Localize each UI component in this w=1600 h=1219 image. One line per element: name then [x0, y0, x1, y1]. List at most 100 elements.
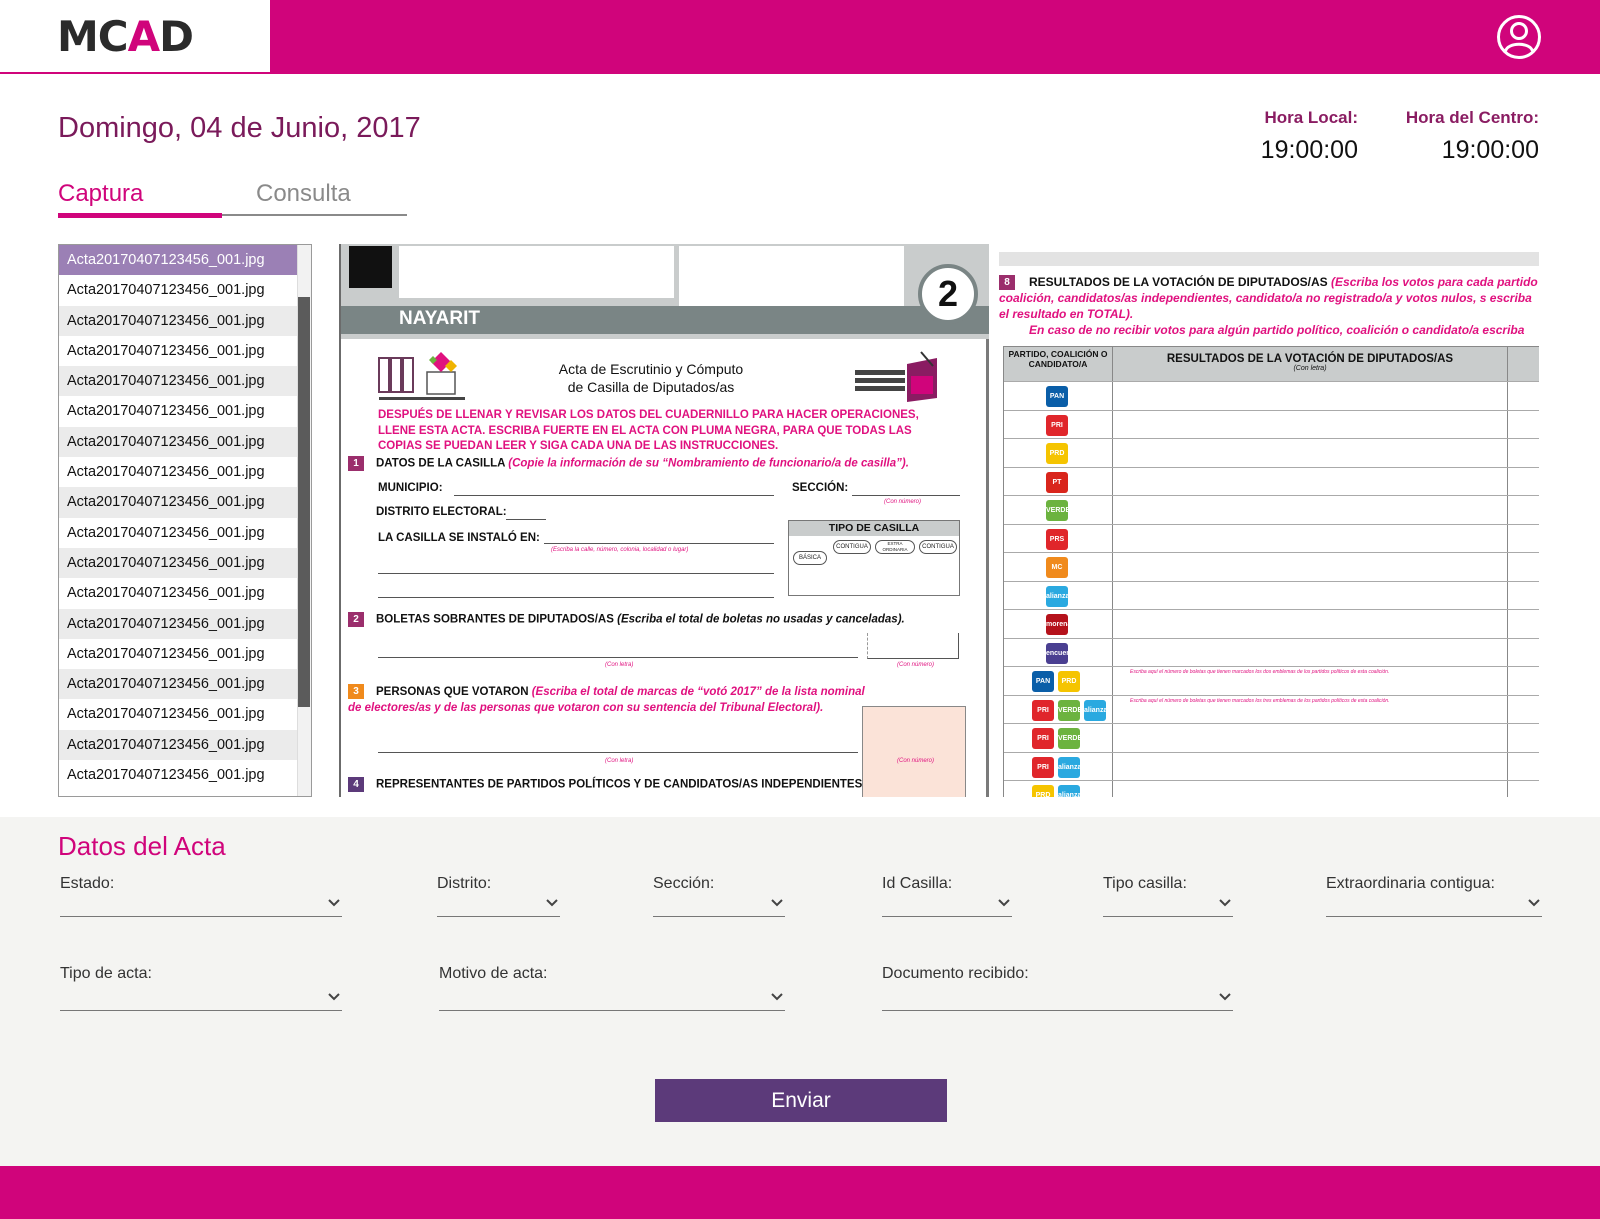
motivo-acta-select[interactable]: Motivo de acta: — [439, 965, 785, 1011]
id-casilla-select[interactable]: Id Casilla: — [882, 875, 1012, 917]
file-list-item[interactable]: Acta20170407123456_001.jpg — [59, 638, 297, 670]
section-8-title: RESULTADOS DE LA VOTACIÓN DE DIPUTADOS/A… — [1029, 275, 1328, 289]
municipio-line — [454, 495, 774, 496]
row-divider — [1112, 581, 1113, 609]
instalo-label: LA CASILLA SE INSTALÓ EN: — [378, 532, 540, 544]
form-title: Datos del Acta — [58, 831, 226, 861]
file-list-item[interactable]: Acta20170407123456_001.jpg — [59, 760, 297, 791]
chevron-down-icon — [771, 899, 783, 907]
tipo-casilla-dropdown[interactable] — [1103, 897, 1233, 917]
row-divider — [1112, 781, 1113, 797]
results-row: PRD — [1004, 438, 1539, 467]
file-list-item[interactable]: Acta20170407123456_001.jpg — [59, 457, 297, 488]
tipo-casilla-box: TIPO DE CASILLA BÁSICA CONTIGUA EXTRA OR… — [788, 520, 960, 596]
id-casilla-dropdown[interactable] — [882, 897, 1012, 917]
file-list-item[interactable]: Acta20170407123456_001.jpg — [59, 608, 297, 639]
file-list-item[interactable]: Acta20170407123456_001.jpg — [59, 729, 297, 761]
file-list-item[interactable]: Acta20170407123456_001.jpg — [59, 699, 297, 730]
results-row: encuentro — [1004, 637, 1539, 666]
file-list[interactable]: Acta20170407123456_001.jpg Acta2017040712… — [58, 244, 312, 797]
extraordinaria-contigua-dropdown[interactable] — [1326, 897, 1542, 917]
tipo-acta-select[interactable]: Tipo de acta: — [60, 965, 342, 1011]
file-list-item[interactable]: Acta20170407123456_001.jpg — [59, 396, 297, 427]
row-divider — [1507, 752, 1508, 780]
tipo-contigua: CONTIGUA — [833, 540, 871, 554]
file-list-scrollbar[interactable] — [297, 245, 311, 796]
section-number-4: 4 — [348, 777, 364, 792]
party-emblem-icon: PRI — [1032, 756, 1054, 778]
extraordinaria-contigua-select[interactable]: Extraordinaria contigua: — [1326, 875, 1542, 917]
acta-section-2: 2 BOLETAS SOBRANTES DE DIPUTADOS/AS (Escr… — [348, 612, 905, 627]
documento-recibido-select[interactable]: Documento recibido: — [882, 965, 1233, 1011]
enviar-button[interactable]: Enviar — [655, 1079, 947, 1122]
extraordinaria-contigua-label: Extraordinaria contigua: — [1326, 875, 1495, 892]
chevron-down-icon — [328, 899, 340, 907]
clock-centro: Hora del Centro: 19:00:00 — [1380, 108, 1539, 165]
party-emblem-icon: MC — [1046, 557, 1068, 578]
file-list-item[interactable]: Acta20170407123456_001.jpg — [59, 547, 297, 579]
estado-dropdown[interactable] — [60, 897, 342, 917]
seccion-select[interactable]: Sección: — [653, 875, 785, 917]
tipo-casilla-label: Tipo casilla: — [1103, 875, 1187, 892]
row-divider — [1507, 667, 1508, 695]
results-row: PAN — [1004, 381, 1539, 410]
acta-section-3: 3 PERSONAS QUE VOTARON (Escriba el total … — [348, 684, 868, 716]
tab-consulta[interactable]: Consulta — [256, 180, 351, 208]
documento-recibido-dropdown[interactable] — [882, 991, 1233, 1011]
current-date: Domingo, 04 de Junio, 2017 — [58, 112, 421, 144]
file-list-scroll-thumb[interactable] — [298, 297, 310, 707]
row-divider — [1112, 382, 1113, 410]
file-list-item[interactable]: Acta20170407123456_001.jpg — [59, 487, 297, 518]
distrito-dropdown[interactable] — [437, 897, 560, 917]
row-divider — [1112, 439, 1113, 467]
distrito-select[interactable]: Distrito: — [437, 875, 560, 917]
row-divider — [1507, 496, 1508, 524]
tipo-acta-label: Tipo de acta: — [60, 965, 152, 982]
party-emblem-icon: PRI — [1046, 414, 1068, 436]
distrito-label: DISTRITO ELECTORAL: — [376, 506, 507, 518]
instalo-note: (Escriba la calle, número, colonia, loca… — [551, 547, 689, 553]
file-list-item[interactable]: Acta20170407123456_001.jpg — [59, 305, 297, 336]
estado-label: Estado: — [60, 875, 115, 892]
row-divider — [1112, 724, 1113, 752]
logo-text-accent: A — [127, 12, 161, 61]
row-divider — [1507, 382, 1508, 410]
results-col-votacion-sub: (Con letra) — [1293, 365, 1327, 372]
file-list-item[interactable]: Acta20170407123456_001.jpg — [59, 275, 297, 306]
seccion-dropdown[interactable] — [653, 897, 785, 917]
user-circle-icon[interactable] — [1496, 14, 1542, 60]
chevron-down-icon — [1219, 899, 1231, 907]
seccion-note: (Con número) — [884, 499, 922, 505]
section-8-note-2: En caso de no recibir votos para algún p… — [1029, 323, 1525, 338]
footer-bar — [0, 1166, 1600, 1219]
tipo-acta-dropdown[interactable] — [60, 991, 342, 1011]
clock-local-value: 19:00:00 — [1260, 136, 1358, 164]
file-list-item[interactable]: Acta20170407123456_001.jpg — [59, 517, 297, 548]
row-divider — [1112, 752, 1113, 780]
results-row: alianza — [1004, 580, 1539, 609]
file-list-item[interactable]: Acta20170407123456_001.jpg — [59, 366, 297, 397]
section-number-2: 2 — [348, 612, 364, 627]
motivo-acta-dropdown[interactable] — [439, 991, 785, 1011]
file-list-item[interactable]: Acta20170407123456_001.jpg — [59, 578, 297, 609]
votaron-digit-area — [862, 706, 966, 797]
document-viewer[interactable]: NAYARIT 2 Acta de Escrutinio y Cómputo d… — [339, 244, 1539, 797]
file-list-item[interactable]: Acta20170407123456_001.jpg — [59, 335, 297, 367]
estado-select[interactable]: Estado: — [60, 875, 342, 917]
tipo-casilla-select[interactable]: Tipo casilla: — [1103, 875, 1233, 917]
acta-section-1: 1 DATOS DE LA CASILLA (Copie la informaci… — [348, 456, 909, 471]
acta-title: Acta de Escrutinio y Cómputo de Casilla … — [558, 361, 744, 395]
tab-captura[interactable]: Captura — [58, 180, 143, 208]
row-divider — [1112, 695, 1113, 723]
row-divider — [1507, 410, 1508, 438]
file-list-item[interactable]: Acta20170407123456_001.jpg — [59, 426, 297, 458]
row-divider — [1507, 524, 1508, 552]
app-logo[interactable]: MCAD — [57, 12, 194, 61]
section-3-title: PERSONAS QUE VOTARON — [376, 686, 529, 698]
tipo-casilla-header: TIPO DE CASILLA — [789, 521, 959, 536]
file-list-item[interactable]: Acta20170407123456_001.jpg — [59, 669, 297, 700]
results-table: PARTIDO, COALICIÓN O CANDIDATO/A RESULTA… — [1003, 346, 1539, 797]
row-divider — [1507, 724, 1508, 752]
file-list-item[interactable]: Acta20170407123456_001.jpg — [59, 245, 297, 276]
acta-section-8: 8 RESULTADOS DE LA VOTACIÓN DE DIPUTADOS/… — [999, 274, 1539, 338]
